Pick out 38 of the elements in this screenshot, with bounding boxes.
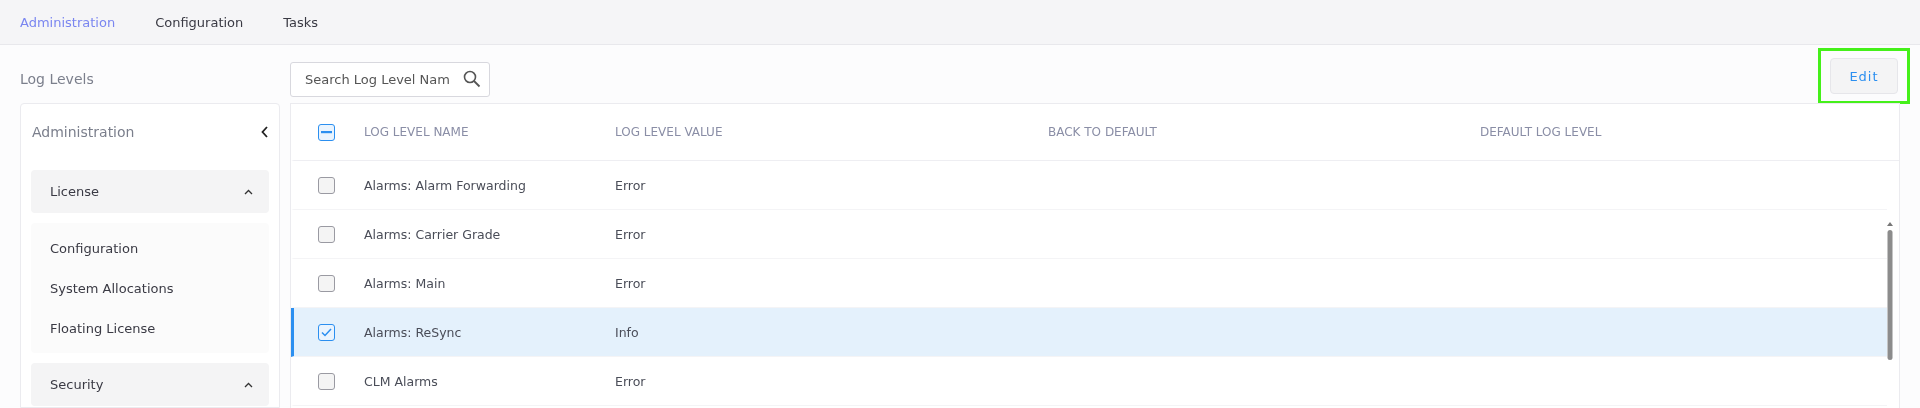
search-icon[interactable] (463, 69, 481, 88)
section-label: Security (50, 377, 104, 392)
row-checkbox[interactable] (318, 274, 335, 292)
page-title: Log Levels (20, 70, 95, 89)
select-all-checkbox[interactable] (318, 123, 335, 141)
sidebar-item[interactable]: System Allocations (31, 268, 269, 308)
table-cell-text: Alarms: Main (364, 275, 447, 291)
row-checkbox[interactable] (318, 323, 335, 341)
table-cell-text: CLM Alarms (364, 373, 439, 389)
nav-tab[interactable]: Configuration (155, 14, 244, 30)
row-checkbox[interactable] (318, 372, 335, 390)
sidebar-section[interactable]: Security (31, 363, 269, 406)
row-checkbox[interactable] (318, 225, 335, 243)
sidebar-title: Administration (32, 124, 135, 140)
table-cell-text: Error (615, 226, 647, 242)
table-cell-text: Alarms: ReSync (364, 324, 463, 340)
minus-icon (321, 130, 332, 134)
row-checkbox[interactable] (318, 176, 335, 194)
column-header: BACK TO DEFAULT (1048, 125, 1158, 139)
sidebar-section[interactable]: License (31, 170, 269, 213)
table-cell-text: Error (615, 373, 647, 389)
table-cell-text: Alarms: Alarm Forwarding (364, 177, 527, 193)
table-row[interactable]: Alarms: ReSync Info (291, 308, 1887, 357)
column-header: LOG LEVEL VALUE (615, 125, 724, 139)
table-cell-text: Error (615, 275, 647, 291)
scrollbar[interactable] (1887, 221, 1893, 361)
collapse-icon[interactable] (261, 126, 269, 138)
table-cell-text: Info (615, 324, 640, 340)
nav-tab[interactable]: Tasks (283, 14, 319, 30)
sidebar-item[interactable]: Configuration (31, 228, 269, 268)
table-cell-text: Alarms: Carrier Grade (364, 226, 502, 242)
section-label: License (50, 184, 99, 199)
column-header: LOG LEVEL NAME (364, 125, 470, 139)
table-cell-text: Error (615, 177, 647, 193)
column-header: DEFAULT LOG LEVEL (1480, 125, 1603, 139)
search-field[interactable]: Search Log Level Nam (290, 61, 490, 97)
sidebar-item[interactable]: Floating License (31, 308, 269, 348)
checkmark-icon (321, 327, 332, 337)
